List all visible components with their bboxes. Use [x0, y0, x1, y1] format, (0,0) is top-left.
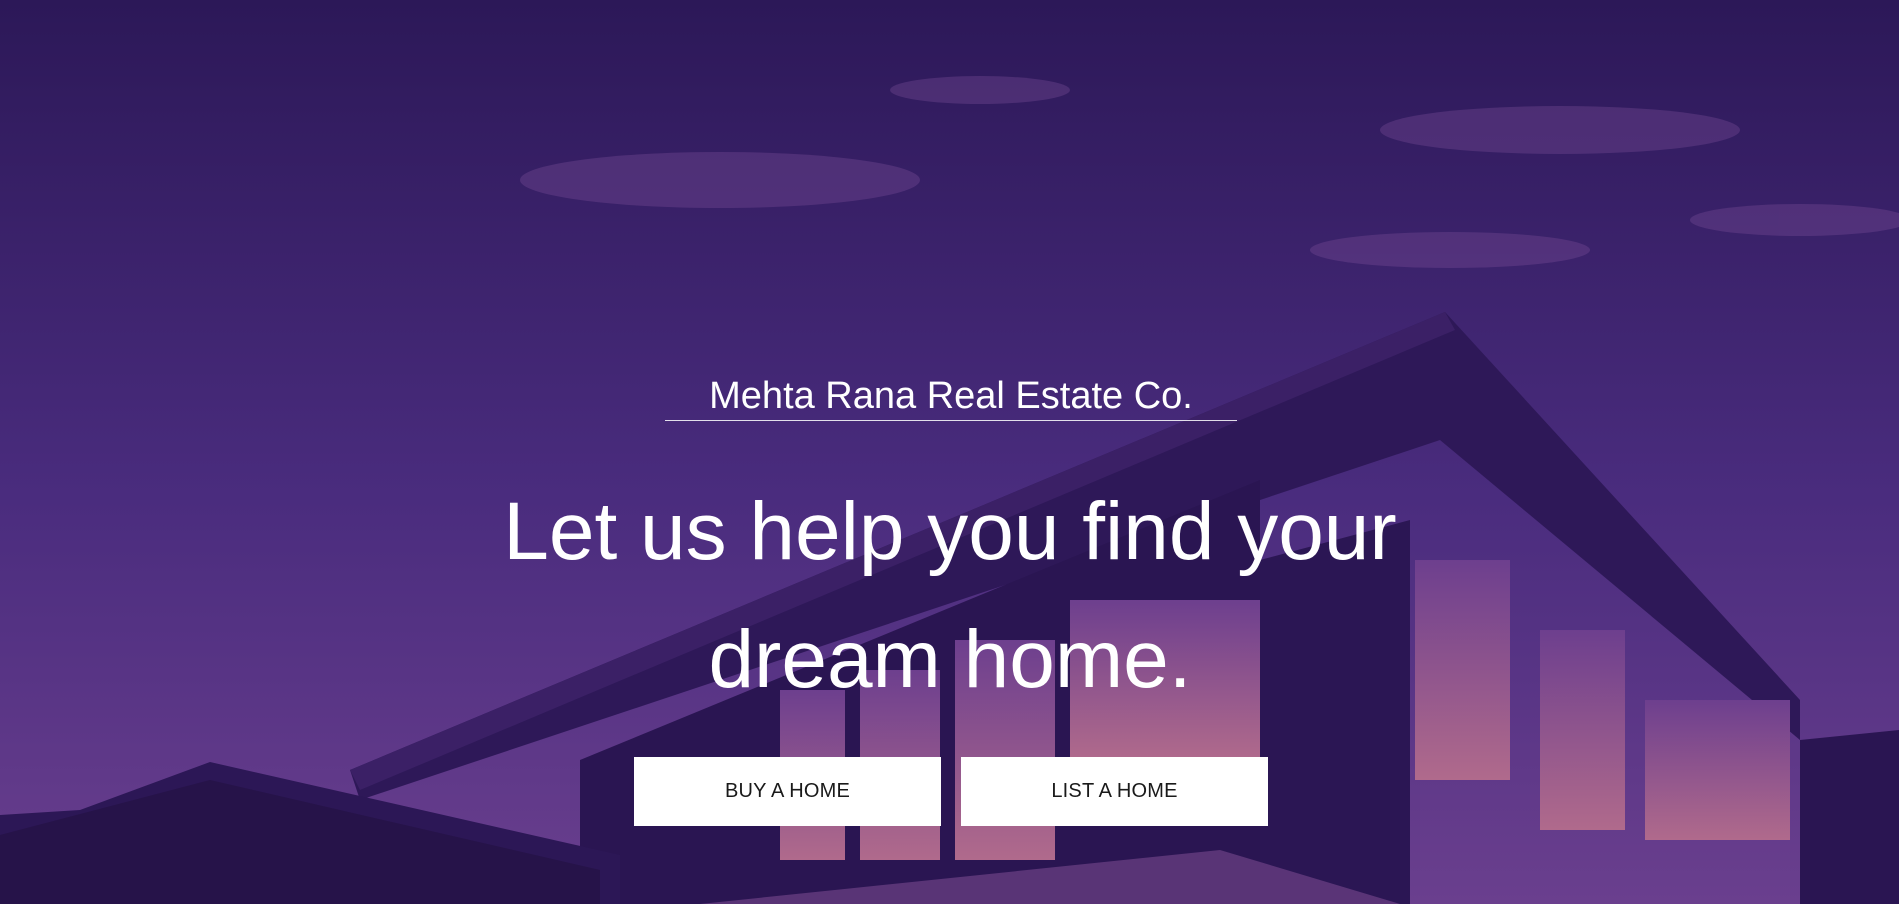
- hero-headline: Let us help you find your dream home.: [503, 486, 1397, 705]
- buy-home-button[interactable]: BUY A HOME: [634, 757, 941, 826]
- brand-name: Mehta Rana Real Estate Co.: [665, 374, 1237, 421]
- hero-content: Mehta Rana Real Estate Co. Let us help y…: [0, 0, 1899, 904]
- hero-section: Mehta Rana Real Estate Co. Let us help y…: [0, 0, 1899, 904]
- list-home-button[interactable]: LIST A HOME: [961, 757, 1268, 826]
